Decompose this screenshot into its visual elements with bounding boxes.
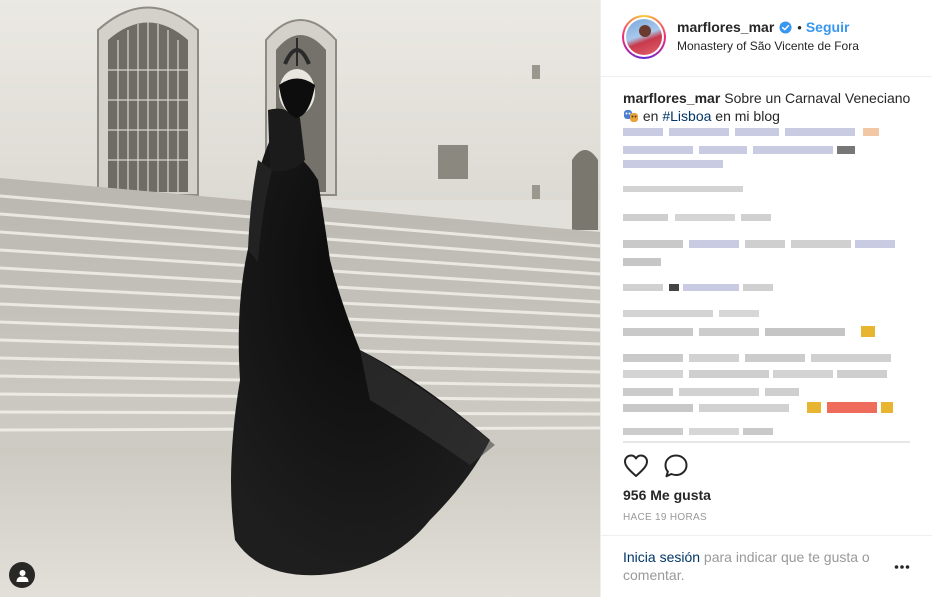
header-separator: •	[797, 19, 802, 35]
login-prompt: Inicia sesión para indicar que te gusta …	[623, 548, 893, 584]
author-username[interactable]: marflores_mar	[677, 19, 774, 35]
caption-text-3: en mi blog	[711, 108, 780, 124]
login-link[interactable]: Inicia sesión	[623, 549, 700, 565]
pixelated-text-block	[623, 128, 895, 435]
comment-divider	[601, 535, 932, 536]
comment-bubble-icon[interactable]	[663, 453, 689, 479]
obscured-caption-text	[623, 124, 913, 438]
hashtag-link[interactable]: #Lisboa	[662, 108, 711, 124]
verified-badge-icon	[779, 20, 792, 34]
caption-text-1: Sobre un Carnaval Veneciano	[724, 90, 911, 106]
post-timestamp: HACE 19 HORAS	[623, 512, 707, 523]
caption-text-2: en	[639, 108, 663, 124]
post-side-panel: marflores_mar • Seguir Monastery of São …	[600, 0, 932, 597]
likes-count[interactable]: 956 Me gusta	[623, 487, 711, 503]
post-header: marflores_mar • Seguir Monastery of São …	[601, 0, 932, 77]
more-options-icon[interactable]	[894, 564, 910, 570]
avatar[interactable]	[622, 15, 666, 59]
photo-scene	[0, 0, 600, 597]
person-icon	[16, 569, 28, 582]
header-user-row: marflores_mar • Seguir	[677, 19, 849, 35]
performing-arts-mask-icon	[624, 110, 638, 122]
post-caption: marflores_mar Sobre un Carnaval Veneciano…	[623, 89, 913, 125]
post-photo[interactable]	[0, 0, 600, 597]
location-link[interactable]: Monastery of São Vicente de Fora	[677, 39, 859, 53]
heart-icon[interactable]	[623, 453, 649, 479]
follow-button[interactable]: Seguir	[806, 19, 850, 35]
caption-scroll-divider	[623, 441, 910, 443]
post-actions	[623, 453, 689, 479]
tagged-user-button[interactable]	[9, 562, 35, 588]
caption-username[interactable]: marflores_mar	[623, 90, 720, 106]
